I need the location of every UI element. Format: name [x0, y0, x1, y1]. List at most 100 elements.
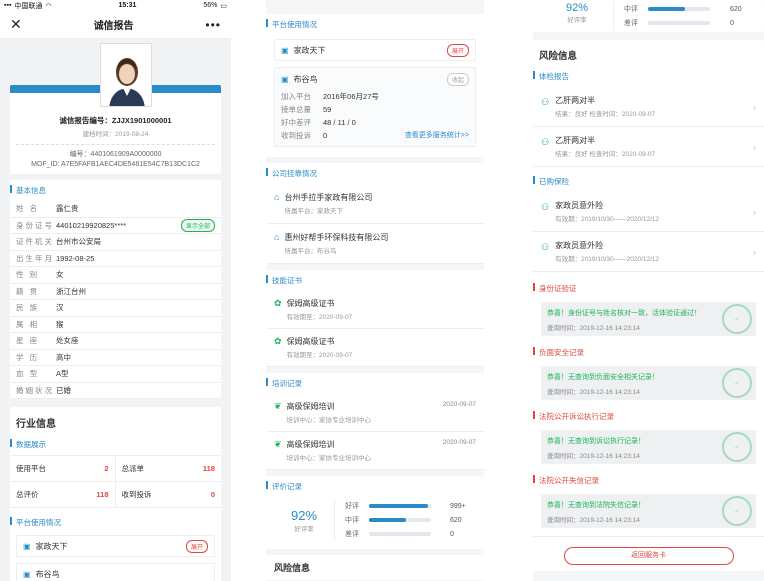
training-name: 高级保姆培训 [286, 402, 335, 411]
training-item[interactable]: ❦ 高级保姆培训 培训中心：家协专业培训中心 2020-09-07 [266, 394, 484, 432]
risk-heading: 风险信息 [539, 51, 578, 62]
risk-heading-partial: 风险信息 [266, 555, 484, 580]
platform-row-jiazheng[interactable]: ▣ 家政天下 展开 [274, 39, 476, 61]
company-heading: 公司挂靠情况 [266, 163, 484, 184]
company-info: ⌂ 台州手拉手家政有限公司 所属平台：家政天下 [274, 192, 372, 215]
info-row: 出生年月 1992-08-25 [10, 251, 221, 267]
info-value: 44010219920825**** [56, 220, 127, 230]
monitor-icon: ▣ [281, 45, 289, 55]
positive-rate: 92% [290, 507, 318, 523]
shield-icon: ⚇ [541, 242, 550, 252]
stat-label: 收到投诉 [121, 490, 152, 499]
close-icon[interactable]: ✕ [10, 16, 22, 33]
verified-seal-icon: ✓ [722, 432, 752, 462]
risk-item-sub: 有效期：2019/10/30——2020/12/12 [555, 256, 660, 263]
industry-card: 行业信息 数据展示 使用平台 2 总派单 118 总评价 118 收到投诉 0 平台使用… [10, 407, 221, 581]
risk-item-text: 家政员意外险有效期：2019/10/30——2020/12/12 [555, 200, 659, 223]
info-row: 婚姻状况 已婚 [10, 383, 221, 399]
cert-item[interactable]: ✿ 保姆高级证书 有效期至：2020-09-07 [266, 329, 484, 367]
certificate-icon: ✿ [274, 298, 282, 308]
risk-item[interactable]: ⚇ 乙肝两对半 结果：良好 检查时间：2020-09-07 › [533, 87, 764, 127]
stat-platforms: 使用平台 2 [10, 456, 116, 482]
report-screen-1: ▪▪▪ 中国联通 ◠ 15:31 56% ▭ ✕ 诚信报告 ••• 诚信报告编号：ZJ… [0, 0, 231, 581]
risk-card: 风险信息 体检报告 ⚇ 乙肝两对半 结果：良好 检查时间：2020-09-07 › ⚇ 乙… [533, 40, 764, 571]
page-title: 诚信报告 [93, 21, 134, 32]
platform-row-bugu[interactable]: ▣ 布谷鸟 [16, 563, 215, 581]
rating-heading: 评价记录 [266, 476, 484, 497]
risk-item-sub: 有效期：2019/10/30——2020/12/12 [555, 216, 660, 223]
collapse-button[interactable]: 收起 [446, 72, 469, 86]
check-result: 恭喜！无查询到法院失信记录！ 查询时间：2019-12-16 14:23:14 ✓ [541, 494, 756, 528]
cert-name: 保姆高级证书 [286, 299, 335, 308]
chevron-right-icon: › [753, 246, 756, 257]
company-text: 惠州好帮手环保科技有限公司 所属平台：布谷鸟 [284, 232, 388, 255]
info-row: 性 别女 [10, 267, 221, 284]
training-item[interactable]: ❦ 高级保姆培训 培训中心：家协专业培训中心 2020-09-07 [266, 432, 484, 470]
risk-item-name: 家政员意外险 [555, 201, 604, 210]
info-value: 已婚 [56, 385, 71, 395]
company-platform: 所属平台：家政天下 [284, 208, 343, 215]
training-heading: 培训记录 [266, 373, 484, 394]
stat-label: 收到投诉 [281, 131, 311, 140]
rating-label: 差评 [624, 20, 638, 27]
expand-button[interactable]: 展开 [185, 539, 208, 553]
platform-row-jiazheng[interactable]: ▣ 家政天下 展开 [16, 535, 215, 557]
industry-heading: 行业信息 [16, 419, 56, 430]
rating-value: 0 [450, 530, 454, 538]
risk-item-name: 乙肝两对半 [555, 136, 596, 145]
company-item[interactable]: ⌂ 台州手拉手家政有限公司 所属平台：家政天下 [266, 184, 484, 224]
signal-icon: ▪▪▪ [4, 2, 12, 9]
battery-level: 56% [203, 2, 218, 9]
stat-value: 0 [210, 490, 215, 499]
rating-bar-row: 中评 620 [624, 2, 756, 16]
info-row: 民 族汉 [10, 300, 221, 317]
more-stats-link[interactable]: 查看更多服务统计>> [405, 130, 469, 140]
wifi-icon: ◠ [45, 2, 52, 10]
info-value: 台州市公安局 [56, 237, 101, 247]
risk-item-info: ⚇ 乙肝两对半 结果：良好 检查时间：2020-09-07 [541, 135, 655, 158]
company-info: ⌂ 惠州好帮手环保科技有限公司 所属平台：布谷鸟 [274, 232, 388, 255]
risk-item[interactable]: ⚇ 家政员意外险有效期：2019/10/30——2020/12/12 › [533, 232, 764, 272]
report-screen-3: 92% 好评率 中评 620 差评 0 风险信息 体检报告 ⚇ 乙肝两对半 结果：良好 检… [533, 0, 764, 581]
rating-bar [369, 532, 431, 536]
risk-item-sub: 结果：良好 检查时间：2020-09-07 [555, 151, 656, 158]
stat-label: 好中差评 [281, 118, 311, 127]
check-heading: 负面安全记录 [533, 342, 764, 363]
stat-orders: 总派单 118 [115, 456, 221, 482]
risk-item-name: 家政员意外险 [555, 241, 604, 250]
more-icon[interactable]: ••• [205, 18, 221, 32]
monitor-icon: ▣ [281, 74, 289, 84]
report-screen-2: 平台使用情况 ▣ 家政天下 展开 ▣ 布谷鸟 收起 加入平台 2016年06月27号接… [266, 0, 484, 581]
rating-label: 中评 [624, 6, 638, 13]
cert-info: ✿ 保姆高级证书 有效期至：2020-09-07 [274, 298, 352, 321]
show-all-button[interactable]: 显示全部 [180, 218, 215, 232]
training-text: 高级保姆培训 培训中心：家协专业培训中心 [287, 439, 372, 462]
stat-value: 2 [104, 464, 109, 473]
expand-button[interactable]: 展开 [446, 43, 469, 57]
rating-bar-row: 差评 0 [624, 16, 756, 30]
rating-label: 中评 [345, 517, 359, 524]
cert-item[interactable]: ✿ 保姆高级证书 有效期至：2020-09-07 [266, 291, 484, 329]
training-name: 高级保姆培训 [286, 440, 335, 449]
platform-usage-heading: 平台使用情况 [266, 14, 484, 35]
cert-valid: 有效期至：2020-09-07 [286, 352, 353, 359]
check-result: 恭喜！无查询到负面安全相关记录！ 查询时间：2019-12-16 14:23:14… [541, 366, 756, 400]
platform-row-bugu[interactable]: ▣ 布谷鸟 收起 [275, 68, 475, 90]
risk-item[interactable]: ⚇ 乙肝两对半 结果：良好 检查时间：2020-09-07 › [533, 127, 764, 167]
stat-value: 48 / 11 / 0 [323, 118, 356, 127]
rating-bar-row: 中评 620 [345, 513, 476, 527]
company-item[interactable]: ⌂ 惠州好帮手环保科技有限公司 所属平台：布谷鸟 [266, 224, 484, 264]
platform-detail-bugu: ▣ 布谷鸟 收起 加入平台 2016年06月27号 接单总量 59 好中差评 48 / 11… [274, 67, 476, 147]
check-time: 查询时间：2019-12-16 14:23:14 [547, 389, 640, 396]
back-to-service-card-button[interactable]: 返回服务卡 [563, 547, 734, 565]
training-center: 培训中心：家协专业培训中心 [286, 417, 372, 424]
rating-bar [369, 518, 431, 522]
rating-bar [369, 504, 431, 508]
chevron-right-icon: › [753, 101, 756, 112]
rating-bar [648, 21, 710, 25]
check-heading: 法院公开失信记录 [533, 470, 764, 491]
risk-item[interactable]: ⚇ 家政员意外险 有效期：2019/10/30——2020/12/12 › [533, 192, 764, 232]
info-value: 1992-08-25 [56, 253, 95, 263]
rating-value: 0 [730, 19, 734, 27]
stat-value: 118 [202, 464, 215, 473]
